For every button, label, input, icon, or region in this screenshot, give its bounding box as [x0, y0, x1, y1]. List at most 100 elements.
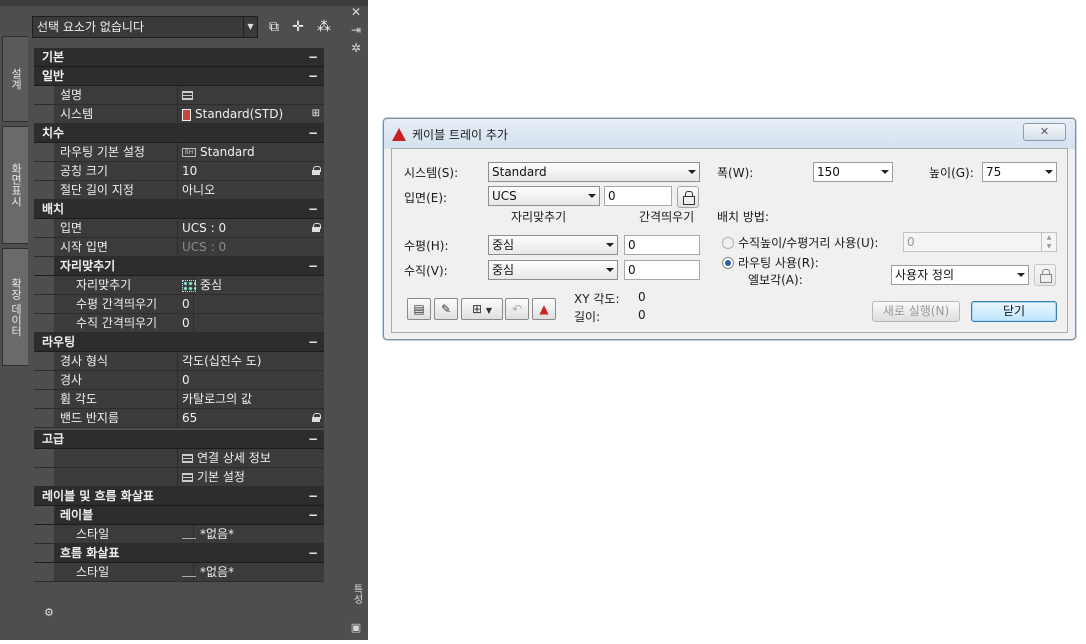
prop-row-flow-style[interactable]: ✷스타일*없음*: [34, 563, 324, 582]
system-dropdown[interactable]: Standard: [488, 162, 700, 182]
app-logo-icon: [392, 128, 406, 141]
table-icon[interactable]: [182, 91, 193, 100]
elbow-dropdown[interactable]: 사용자 정의: [891, 265, 1029, 285]
tab-design[interactable]: 설계: [2, 36, 28, 122]
subcategory-justification[interactable]: 자리맞추기 −: [34, 257, 324, 276]
select-objects-icon[interactable]: ✛: [288, 16, 308, 38]
collapse-icon[interactable]: −: [308, 506, 318, 524]
pick-icon[interactable]: ⊞: [312, 105, 320, 123]
prop-row-horizontal-offset[interactable]: ✷수평 간격띄우기0: [34, 295, 324, 314]
selection-dropdown[interactable]: 선택 요소가 없습니다 ▼: [32, 16, 258, 38]
subcategory-flow-arrows[interactable]: 흐름 화살표 −: [34, 544, 324, 563]
prop-row-justification[interactable]: ✷자리맞추기중심: [34, 276, 324, 295]
new-run-button[interactable]: 새로 실행(N): [872, 301, 960, 322]
add-tray-options-button[interactable]: ▲: [532, 298, 556, 320]
elbow-lock-button[interactable]: [1034, 264, 1056, 286]
quick-select-icon[interactable]: ⧉: [264, 16, 284, 38]
prop-value[interactable]: 카탈로그의 값: [182, 390, 324, 408]
collapse-icon[interactable]: −: [308, 67, 318, 85]
prop-row-slope-format[interactable]: 경사 형식 각도(십진수 도): [34, 352, 324, 371]
category-advanced[interactable]: 고급 −: [34, 430, 324, 449]
prop-row-slope[interactable]: 경사 0: [34, 371, 324, 390]
prop-row-system[interactable]: 시스템 Standard(STD) ⊞: [34, 105, 324, 124]
chevron-down-icon[interactable]: ▼: [243, 17, 257, 37]
settings-icon[interactable]: ⚙: [44, 606, 62, 624]
prop-row-bend-angle[interactable]: ✷휨 각도카탈로그의 값: [34, 390, 324, 409]
prop-value: Standard(STD) ⊞: [182, 105, 324, 123]
prop-row-cut-length[interactable]: ✷절단 길이 지정아니오: [34, 181, 324, 200]
height-combo[interactable]: 75: [982, 162, 1057, 182]
category-routing[interactable]: 라우팅 −: [34, 333, 324, 352]
category-basic[interactable]: 기본 −: [34, 48, 324, 67]
elevation-ucs-dropdown[interactable]: UCS: [488, 186, 600, 206]
collapse-icon[interactable]: −: [308, 430, 318, 448]
tab-extended-data[interactable]: 확장 데이터: [2, 248, 28, 366]
collapse-icon[interactable]: −: [308, 124, 318, 142]
prop-row-start-elevation: 시작 입면 UCS : 0: [34, 238, 324, 257]
undo-button[interactable]: ↶: [505, 298, 529, 320]
width-combo[interactable]: 150: [813, 162, 893, 182]
prop-row-connection-details[interactable]: 연결 상세 정보: [34, 449, 324, 468]
collapse-icon[interactable]: −: [308, 487, 318, 505]
category-labels-flow-arrows[interactable]: 레이블 및 흐름 화살표 −: [34, 487, 324, 506]
prop-row-description[interactable]: 설명: [34, 86, 324, 105]
spinner-icon[interactable]: ▲ ▼: [1041, 233, 1056, 251]
prop-row-nominal-size[interactable]: 공칭 크기 10: [34, 162, 324, 181]
prop-row-bend-radius[interactable]: ✷밴드 반지름65: [34, 409, 324, 428]
vertical-justification-dropdown[interactable]: 중심: [488, 260, 618, 280]
collapse-icon[interactable]: −: [308, 544, 318, 562]
lock-icon[interactable]: [312, 223, 321, 232]
vertical-offset-input[interactable]: 0: [624, 260, 700, 280]
prop-name: ✷밴드 반지름: [60, 409, 178, 427]
elevation-lock-button[interactable]: [677, 186, 699, 208]
horizontal-justification-dropdown[interactable]: 중심: [488, 235, 618, 255]
radio-routing-label: 라우팅 사용(R):: [738, 256, 819, 270]
dialog-title-bar[interactable]: 케이블 트레이 추가 ✕: [384, 119, 1075, 149]
subcategory-label: 흐름 화살표: [60, 546, 120, 560]
properties-options-icon[interactable]: ✲: [348, 40, 364, 56]
table-icon: [182, 454, 193, 463]
add-icon[interactable]: ⁂: [314, 16, 334, 38]
prop-row-basic-settings[interactable]: ✷기본 설정: [34, 468, 324, 487]
close-icon[interactable]: ✕: [348, 4, 364, 20]
prop-name: ✷자리맞추기: [76, 276, 194, 294]
palette-menu-icon[interactable]: ▣: [348, 620, 364, 636]
close-button[interactable]: 닫기: [971, 301, 1057, 322]
match-properties-button[interactable]: ✎: [434, 298, 458, 320]
radio-routing[interactable]: [722, 257, 734, 269]
horizontal-offset-input[interactable]: 0: [624, 235, 700, 255]
category-placement[interactable]: 배치 −: [34, 200, 324, 219]
autohide-icon[interactable]: ⇥: [348, 22, 364, 38]
collapse-icon[interactable]: −: [308, 200, 318, 218]
prop-row-label-style[interactable]: ✷스타일*없음*: [34, 525, 324, 544]
palette-title-edge[interactable]: [0, 0, 368, 6]
prop-value[interactable]: UCS : 0: [182, 219, 324, 237]
prop-row-vertical-offset[interactable]: ✷수직 간격띄우기0: [34, 314, 324, 333]
vertical-horizontal-input[interactable]: 0 ▲ ▼: [903, 232, 1057, 252]
prop-row-elevation[interactable]: 입면 UCS : 0: [34, 219, 324, 238]
collapse-icon[interactable]: −: [308, 257, 318, 275]
prop-value[interactable]: 65: [182, 409, 324, 427]
radio-vertical-horizontal[interactable]: [722, 237, 734, 249]
prop-row-routing-pref[interactable]: 라우팅 기본 설정 ßH Standard: [34, 143, 324, 162]
elevation-input[interactable]: 0: [604, 186, 672, 206]
prop-value[interactable]: 0: [182, 371, 324, 389]
prop-value[interactable]: 아니오: [182, 181, 324, 199]
collapse-icon[interactable]: −: [308, 48, 318, 66]
category-general[interactable]: 일반 −: [34, 67, 324, 86]
lock-icon[interactable]: [312, 413, 321, 422]
collapse-icon[interactable]: −: [308, 333, 318, 351]
prop-value: UCS : 0: [182, 240, 227, 254]
category-dimensions[interactable]: 치수 −: [34, 124, 324, 143]
tab-display[interactable]: 화면표시: [2, 126, 28, 244]
prop-value[interactable]: 0: [182, 295, 324, 313]
subcategory-labels[interactable]: 레이블 −: [34, 506, 324, 525]
lock-icon[interactable]: [312, 166, 321, 175]
compass-toggle-button[interactable]: ⊞ ▼: [461, 298, 503, 320]
prop-value[interactable]: 각도(십진수 도): [182, 352, 324, 370]
close-icon[interactable]: ✕: [1023, 123, 1066, 141]
system-icon: [182, 108, 191, 121]
prop-value[interactable]: 0: [182, 314, 324, 332]
catalog-browser-button[interactable]: ▤: [407, 298, 431, 320]
prop-value[interactable]: 10: [182, 162, 324, 180]
